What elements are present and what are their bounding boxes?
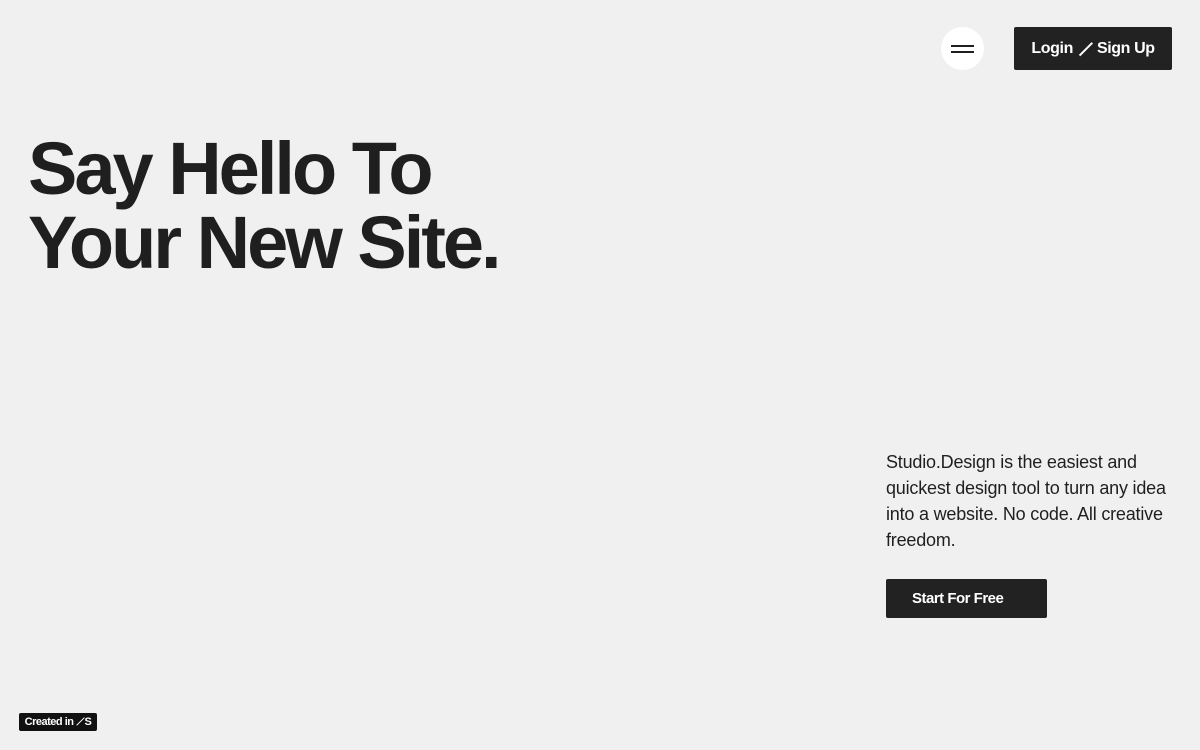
menu-toggle-button[interactable] [941, 27, 984, 70]
studio-logo-icon: S [77, 716, 91, 728]
intro-description: Studio.Design is the easiest and quickes… [886, 452, 1166, 550]
created-in-studio-badge[interactable]: Created in S [19, 713, 97, 731]
studio-logo-letter: S [84, 716, 92, 728]
login-label: Login [1031, 39, 1073, 57]
slash-icon [1078, 42, 1092, 56]
created-in-label: Created in [24, 716, 74, 728]
login-signup-button[interactable]: Login Sign Up [1014, 27, 1172, 70]
hamburger-menu-icon [941, 27, 984, 70]
hero-title-line-2: Your New Site. [28, 201, 502, 284]
hero-title: Say Hello To Your New Site. [28, 127, 502, 284]
start-for-free-button[interactable]: Start For Free [886, 579, 1047, 618]
hero-title-line-1: Say Hello To [28, 127, 434, 210]
signup-label: Sign Up [1096, 39, 1155, 57]
start-for-free-label: Start For Free [912, 590, 1004, 607]
